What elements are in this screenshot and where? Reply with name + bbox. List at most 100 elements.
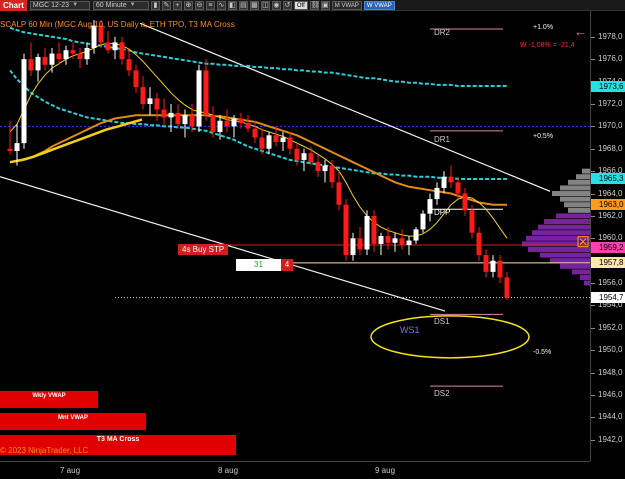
price-tick-label: 1972,0	[590, 98, 623, 108]
instrument-selector[interactable]: MGC 12-23 ▼	[29, 0, 90, 10]
zoom-out-icon[interactable]: ⊖	[194, 0, 204, 10]
volume-profile-bar	[568, 179, 590, 185]
volume-profile-bar	[582, 168, 590, 174]
candle-body	[378, 236, 384, 244]
volume-profile-bar	[544, 219, 590, 225]
lock-icon[interactable]: ▣	[320, 0, 330, 10]
price-tick-label: 1956,0	[590, 278, 623, 288]
candle-body	[77, 53, 83, 60]
properties-icon[interactable]: ≡	[205, 0, 215, 10]
candle-body	[273, 135, 279, 143]
candle-body	[119, 42, 125, 60]
candle-body	[210, 115, 216, 132]
candle-body	[112, 42, 118, 51]
price-tick-label: 1964,0	[590, 188, 623, 198]
candle-body	[294, 148, 300, 160]
snapshot-icon[interactable]: ◉	[271, 0, 281, 10]
buy-stop-order-label[interactable]: 4s Buy STP	[178, 244, 229, 255]
w-vwap-button[interactable]: W VWAP	[363, 0, 395, 10]
chart-info-line: SCALP 60 Min (MGC Aug 10, US Daily a, ET…	[0, 20, 235, 29]
candle-body	[203, 70, 209, 116]
volume-profile-bar	[580, 274, 590, 280]
candle-body	[147, 98, 153, 104]
candle-body	[217, 120, 223, 132]
interval-selector[interactable]: 60 Minute ▼	[92, 0, 149, 10]
candle-body	[476, 232, 482, 256]
link-icon[interactable]: ⛓	[309, 0, 320, 10]
time-axis[interactable]: 7 aug 8 aug 9 aug	[0, 461, 590, 479]
price-badge: 1954,7	[591, 292, 625, 304]
order-quantity[interactable]: 31	[236, 259, 281, 271]
price-tick-label: 1976,0	[590, 54, 623, 64]
highlight-ellipse	[370, 315, 530, 359]
zoom-in-icon[interactable]: ⊕	[183, 0, 193, 10]
candle-body	[385, 236, 391, 243]
candle-body	[140, 87, 146, 104]
volume-profile-bar	[560, 263, 590, 269]
candle-body	[329, 165, 335, 183]
candle-body	[399, 238, 405, 246]
candle-body	[392, 238, 398, 243]
chart-toolbar: Chart MGC 12-23 ▼ 60 Minute ▼ ▮ ✎ + ⊕ ⊖ …	[0, 0, 625, 11]
pivot-label-ds1: DS1	[434, 317, 450, 326]
candle-body	[224, 120, 230, 127]
candle-body	[231, 118, 237, 127]
volume-profile-bar	[522, 241, 590, 247]
template-icon[interactable]: ◫	[260, 0, 270, 10]
volume-profile-bar	[564, 202, 590, 208]
candle-body	[63, 50, 69, 60]
chart-trader-icon[interactable]: ▤	[238, 0, 248, 10]
candle-body	[84, 47, 90, 60]
volume-profile-bar	[552, 191, 590, 197]
price-badge: 1965,3	[591, 173, 625, 185]
candle-body	[126, 59, 132, 71]
m-vwap-button[interactable]: M VWAP	[331, 0, 362, 10]
percent-label-plus-05: +0.5%	[533, 133, 554, 140]
candle-body	[245, 122, 251, 129]
indicator-label-mnt-vwap: Mnt VWAP	[0, 413, 146, 430]
pivot-label-dr2: DR2	[434, 28, 451, 37]
price-tick-label: 1962,0	[590, 210, 623, 220]
data-box-icon[interactable]: ▦	[249, 0, 259, 10]
candle-body	[259, 137, 265, 149]
candle-body	[28, 59, 34, 71]
candle-body	[161, 109, 167, 118]
attach-icon[interactable]: ↺	[282, 0, 292, 10]
candle-body	[427, 199, 433, 214]
off-button[interactable]: Off	[293, 0, 308, 10]
candle-body	[504, 277, 510, 298]
candle-body	[350, 238, 356, 256]
order-count[interactable]: 4	[281, 259, 293, 271]
candle-body	[413, 229, 419, 241]
candle-body	[371, 215, 377, 244]
date-label: 8 aug	[218, 466, 239, 475]
candle-body	[175, 112, 181, 125]
strategies-icon[interactable]: ◧	[227, 0, 237, 10]
candle-body	[7, 148, 13, 151]
candle-body	[21, 59, 27, 144]
candle-body	[406, 240, 412, 246]
candle-body	[182, 115, 188, 125]
candle-body	[434, 187, 440, 200]
price-badge: 1973,6	[591, 80, 625, 92]
candle-body	[35, 56, 41, 71]
tab-chart[interactable]: Chart	[0, 0, 27, 11]
candle-body	[301, 153, 307, 160]
candle-body	[441, 176, 447, 188]
candle-body	[469, 210, 475, 233]
arrow-left-icon[interactable]: ←	[574, 24, 587, 39]
indicators-icon[interactable]: ∿	[216, 0, 226, 10]
price-axis[interactable]: 1978,01976,01974,01972,01970,01968,01966…	[590, 11, 625, 461]
crosshair-icon[interactable]: +	[172, 0, 182, 10]
bar-type-icon[interactable]: ▮	[150, 0, 160, 10]
weekly-change-label: W -1,08% = -21,4	[520, 42, 575, 49]
volume-profile-bar	[538, 224, 590, 230]
drawing-tool-icon[interactable]: ✎	[161, 0, 171, 10]
volume-profile-bar	[540, 252, 590, 258]
monthly-vwap-line	[9, 69, 507, 180]
candle-body	[336, 182, 342, 205]
candle-body	[315, 162, 321, 172]
price-badge: 1963,0	[591, 199, 625, 211]
pivot-label-dpp: DPP	[434, 208, 451, 217]
candle-body	[357, 238, 363, 250]
